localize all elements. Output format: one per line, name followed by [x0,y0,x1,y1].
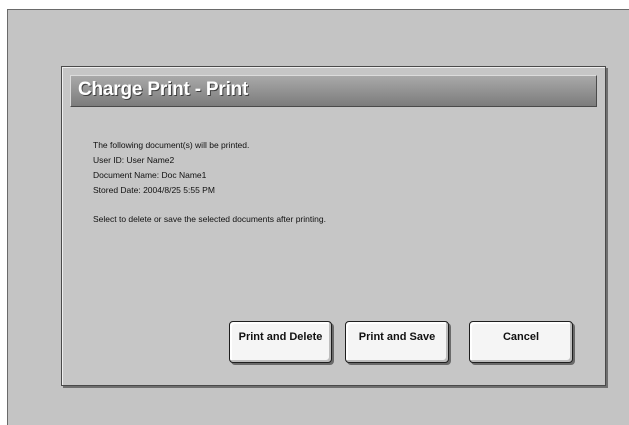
dialog-message: The following document(s) will be printe… [93,138,326,227]
message-line-intro: The following document(s) will be printe… [93,140,250,150]
message-line-user-id: User ID: User Name2 [93,155,175,165]
dialog-title-bar: Charge Print - Print [70,75,597,107]
print-and-delete-button[interactable]: Print and Delete [229,321,332,363]
message-instruction: Select to delete or save the selected do… [93,214,326,224]
dialog-title: Charge Print - Print [78,79,249,100]
cancel-button[interactable]: Cancel [469,321,573,363]
message-line-stored-date: Stored Date: 2004/8/25 5:55 PM [93,185,215,195]
device-screen: Charge Print - Print The following docum… [7,9,629,425]
print-and-save-button[interactable]: Print and Save [345,321,449,363]
charge-print-dialog: Charge Print - Print The following docum… [61,66,606,386]
message-line-document-name: Document Name: Doc Name1 [93,170,207,180]
